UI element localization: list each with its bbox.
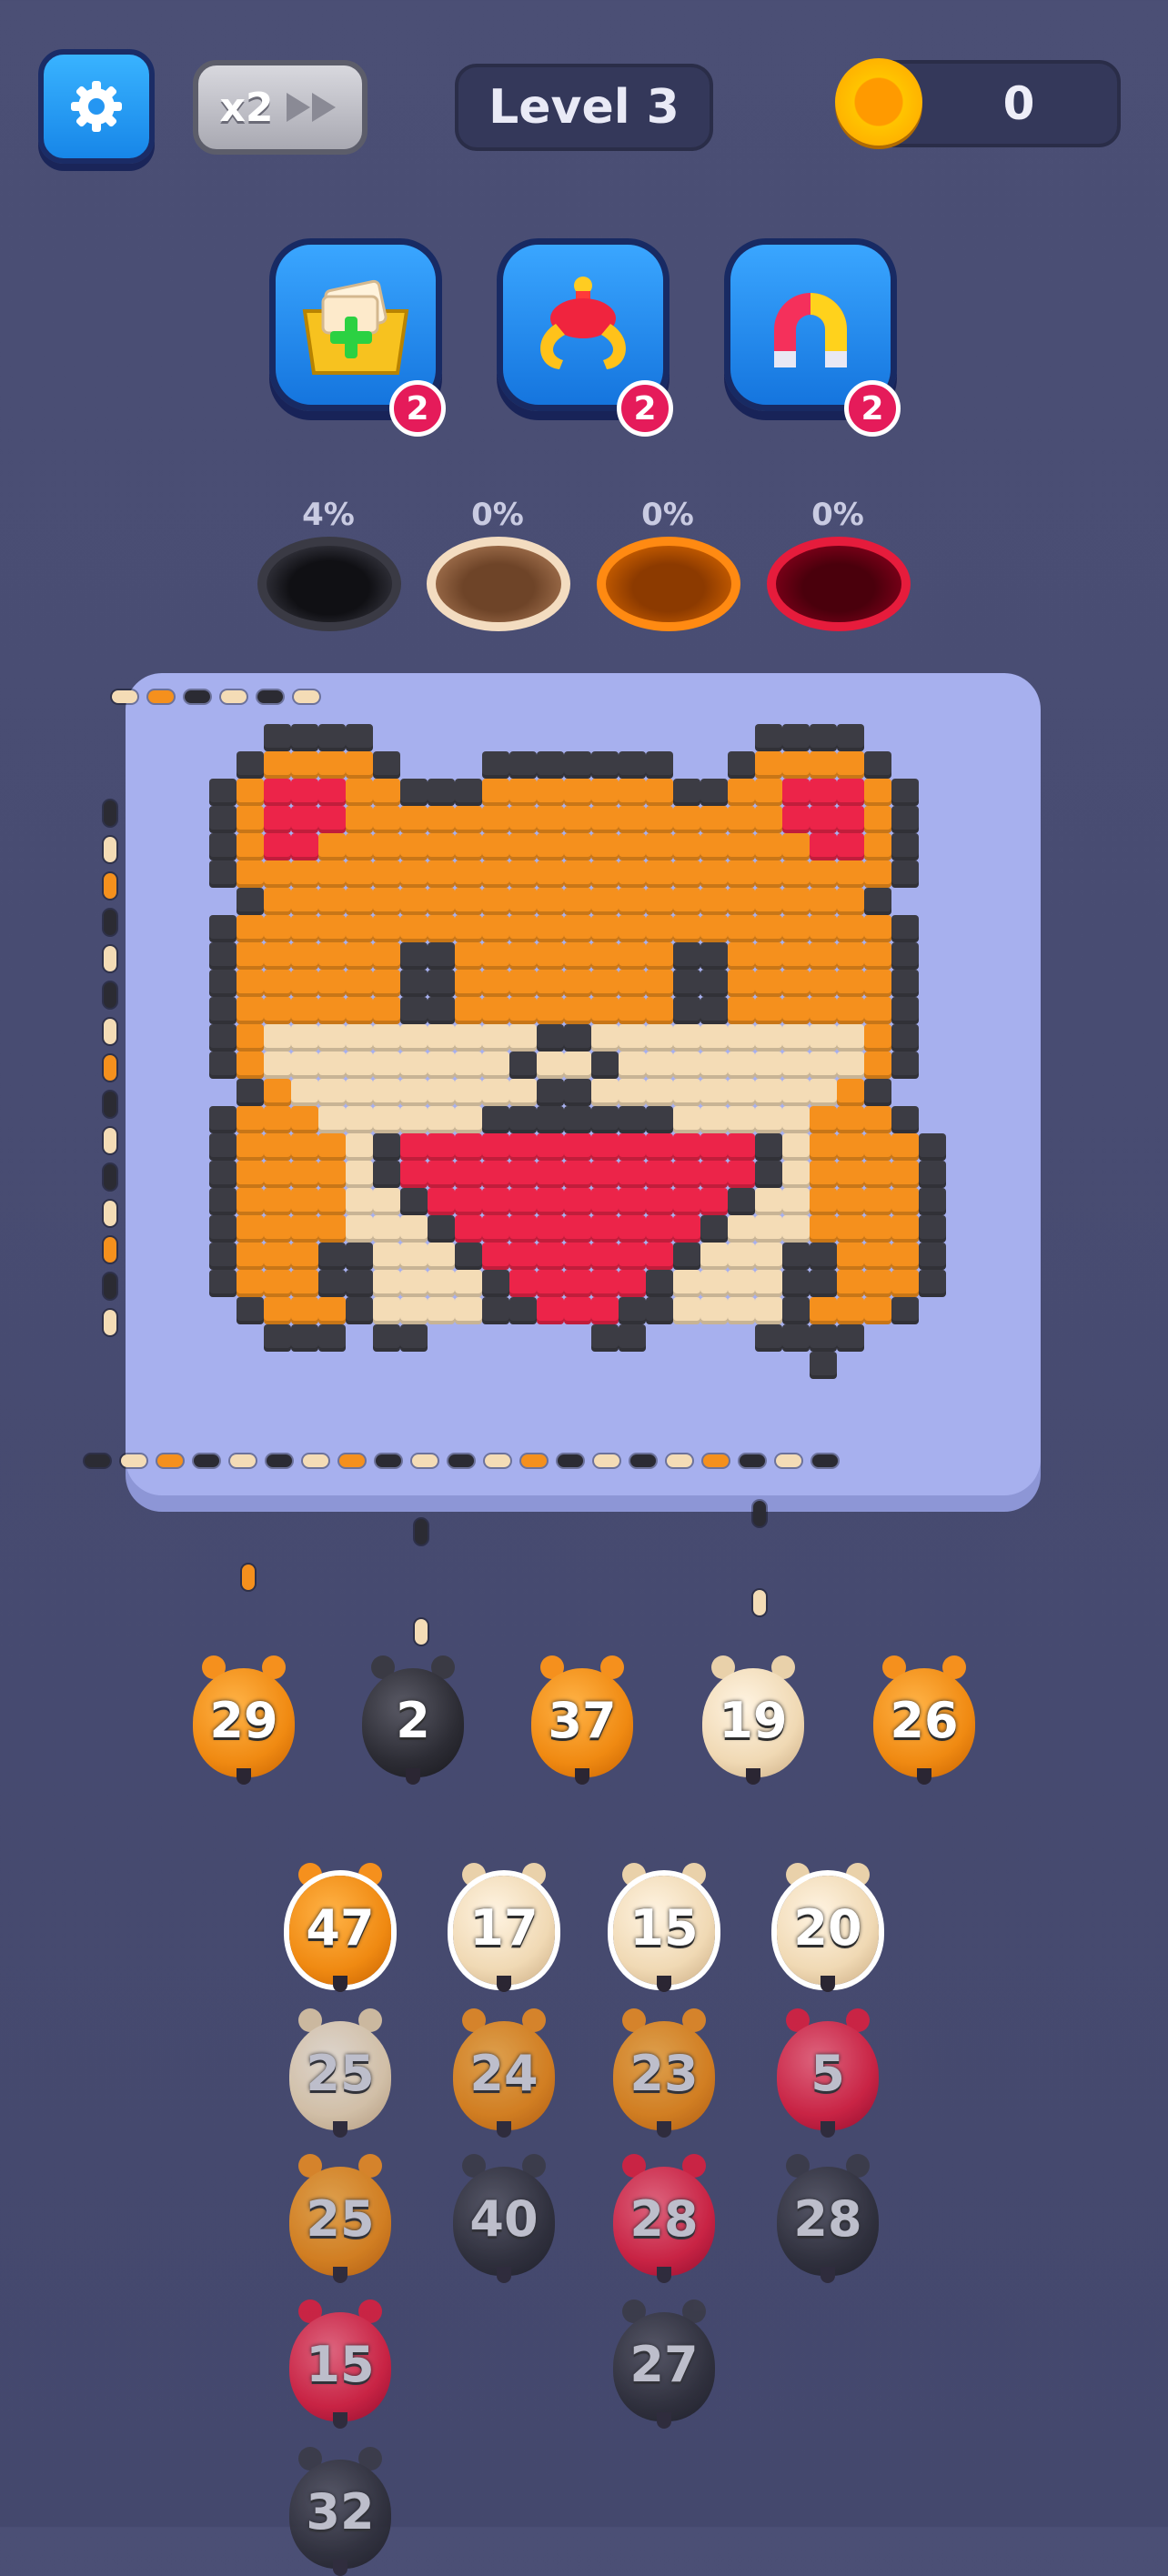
stinger-icon	[657, 2121, 671, 2138]
stinger-icon	[333, 2267, 347, 2283]
bug-count: 5	[811, 2045, 845, 2102]
bug-orange[interactable]: 25	[286, 2154, 395, 2283]
stinger-icon	[657, 2412, 671, 2429]
bug-count: 32	[306, 2483, 375, 2541]
bug-cream[interactable]: 17	[449, 1863, 559, 1992]
stinger-icon	[657, 1976, 671, 1992]
bug-black[interactable]: 40	[449, 2154, 559, 2283]
bug-red[interactable]: 28	[609, 2154, 719, 2283]
stinger-icon	[497, 2121, 511, 2138]
stinger-icon	[821, 2267, 835, 2283]
bug-count: 15	[629, 1899, 699, 1957]
bug-count: 24	[469, 2045, 539, 2102]
bug-count: 17	[469, 1899, 539, 1957]
bug-black[interactable]: 28	[773, 2154, 882, 2283]
bug-count: 28	[793, 2190, 862, 2248]
stinger-icon	[333, 2560, 347, 2576]
bug-red[interactable]: 15	[286, 2299, 395, 2429]
bug-cream[interactable]: 20	[773, 1863, 882, 1992]
bug-count: 20	[793, 1899, 862, 1957]
bug-count: 28	[629, 2190, 699, 2248]
bug-count: 25	[306, 2045, 375, 2102]
stinger-icon	[657, 2267, 671, 2283]
stinger-icon	[821, 2121, 835, 2138]
stinger-icon	[821, 1976, 835, 1992]
bug-queue: 47 25 25 15 32 17 24 40 15 23 28 27 20 5 28	[0, 0, 1168, 2576]
bug-count: 27	[629, 2336, 699, 2393]
bug-orange[interactable]: 24	[449, 2008, 559, 2138]
bug-count: 47	[306, 1899, 375, 1957]
bug-black[interactable]: 32	[286, 2447, 395, 2576]
stinger-icon	[333, 2412, 347, 2429]
stinger-icon	[497, 2267, 511, 2283]
bug-count: 23	[629, 2045, 699, 2102]
bug-orange[interactable]: 47	[286, 1863, 395, 1992]
bug-black[interactable]: 27	[609, 2299, 719, 2429]
stinger-icon	[333, 1976, 347, 1992]
bug-count: 25	[306, 2190, 375, 2248]
bug-cream[interactable]: 15	[609, 1863, 719, 1992]
bug-orange[interactable]: 23	[609, 2008, 719, 2138]
stinger-icon	[497, 1976, 511, 1992]
bug-red[interactable]: 5	[773, 2008, 882, 2138]
stinger-icon	[333, 2121, 347, 2138]
bug-count: 15	[306, 2336, 375, 2393]
bug-count: 40	[469, 2190, 539, 2248]
bug-cream[interactable]: 25	[286, 2008, 395, 2138]
